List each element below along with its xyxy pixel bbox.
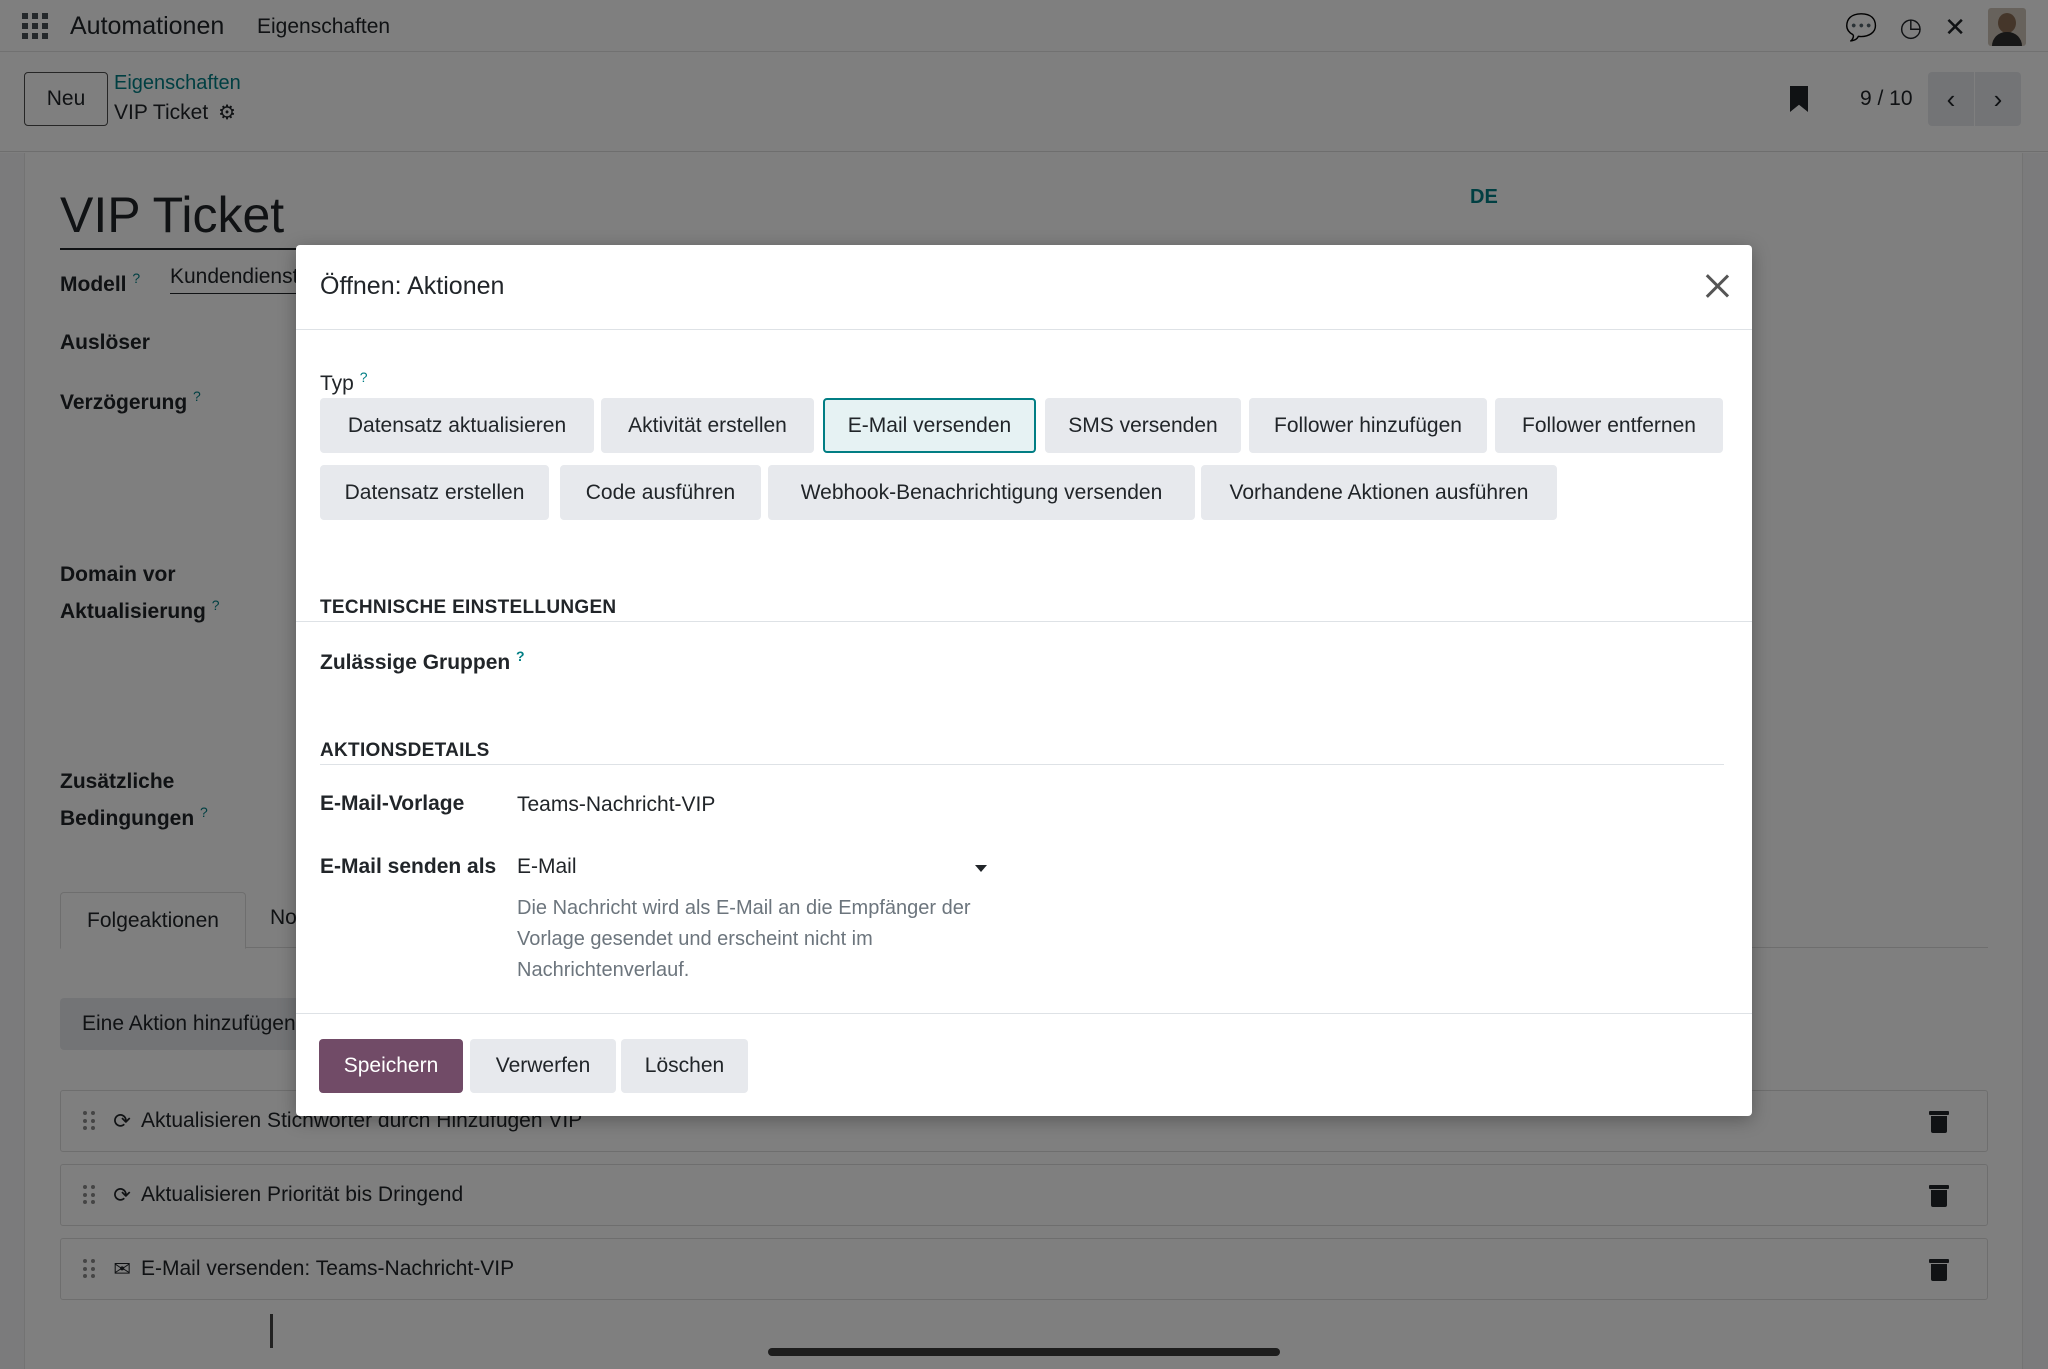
label-allowed-groups: Zulässige Gruppen ? — [320, 648, 525, 675]
type-option-create-activity[interactable]: Aktivität erstellen — [601, 398, 814, 453]
type-label: Typ ? — [320, 369, 368, 396]
section-divider — [320, 764, 1724, 765]
label-email-template: E-Mail-Vorlage — [320, 792, 465, 815]
label-send-as: E-Mail senden als — [320, 855, 497, 878]
help-marker[interactable]: ? — [516, 648, 525, 664]
type-option-send-email[interactable]: E-Mail versenden — [823, 398, 1036, 453]
type-option-execute-code[interactable]: Code ausführen — [560, 465, 761, 520]
type-option-send-sms[interactable]: SMS versenden — [1045, 398, 1241, 453]
delete-button[interactable]: Löschen — [621, 1039, 748, 1093]
type-option-update-record[interactable]: Datensatz aktualisieren — [320, 398, 594, 453]
discard-button[interactable]: Verwerfen — [470, 1039, 616, 1093]
email-template-field[interactable]: Teams-Nachricht-VIP — [517, 793, 715, 817]
action-dialog: Öffnen: Aktionen Typ ? Datensatz aktuali… — [296, 245, 1752, 1116]
type-label-text: Typ — [320, 372, 354, 395]
help-marker[interactable]: ? — [360, 369, 368, 385]
label-allowed-groups-text: Zulässige Gruppen — [320, 651, 511, 674]
send-as-help-text: Die Nachricht wird als E-Mail an die Emp… — [517, 897, 971, 981]
type-option-existing-actions[interactable]: Vorhandene Aktionen ausführen — [1201, 465, 1557, 520]
save-button[interactable]: Speichern — [319, 1039, 463, 1093]
type-option-create-record[interactable]: Datensatz erstellen — [320, 465, 549, 520]
close-icon[interactable] — [1702, 271, 1732, 301]
send-as-select[interactable]: E-Mail — [517, 855, 997, 887]
dialog-header: Öffnen: Aktionen — [296, 245, 1752, 330]
dialog-footer: Speichern Verwerfen Löschen — [296, 1013, 1752, 1116]
section-divider — [296, 621, 1752, 622]
type-option-webhook[interactable]: Webhook-Benachrichtigung versenden — [768, 465, 1195, 520]
dialog-title: Öffnen: Aktionen — [320, 272, 505, 300]
send-as-value: E-Mail — [517, 855, 577, 878]
chevron-down-icon — [975, 865, 987, 872]
type-option-add-follower[interactable]: Follower hinzufügen — [1249, 398, 1487, 453]
section-technical-settings: TECHNISCHE EINSTELLUNGEN — [320, 597, 617, 618]
section-action-details: AKTIONSDETAILS — [320, 740, 490, 761]
type-option-remove-follower[interactable]: Follower entfernen — [1495, 398, 1723, 453]
